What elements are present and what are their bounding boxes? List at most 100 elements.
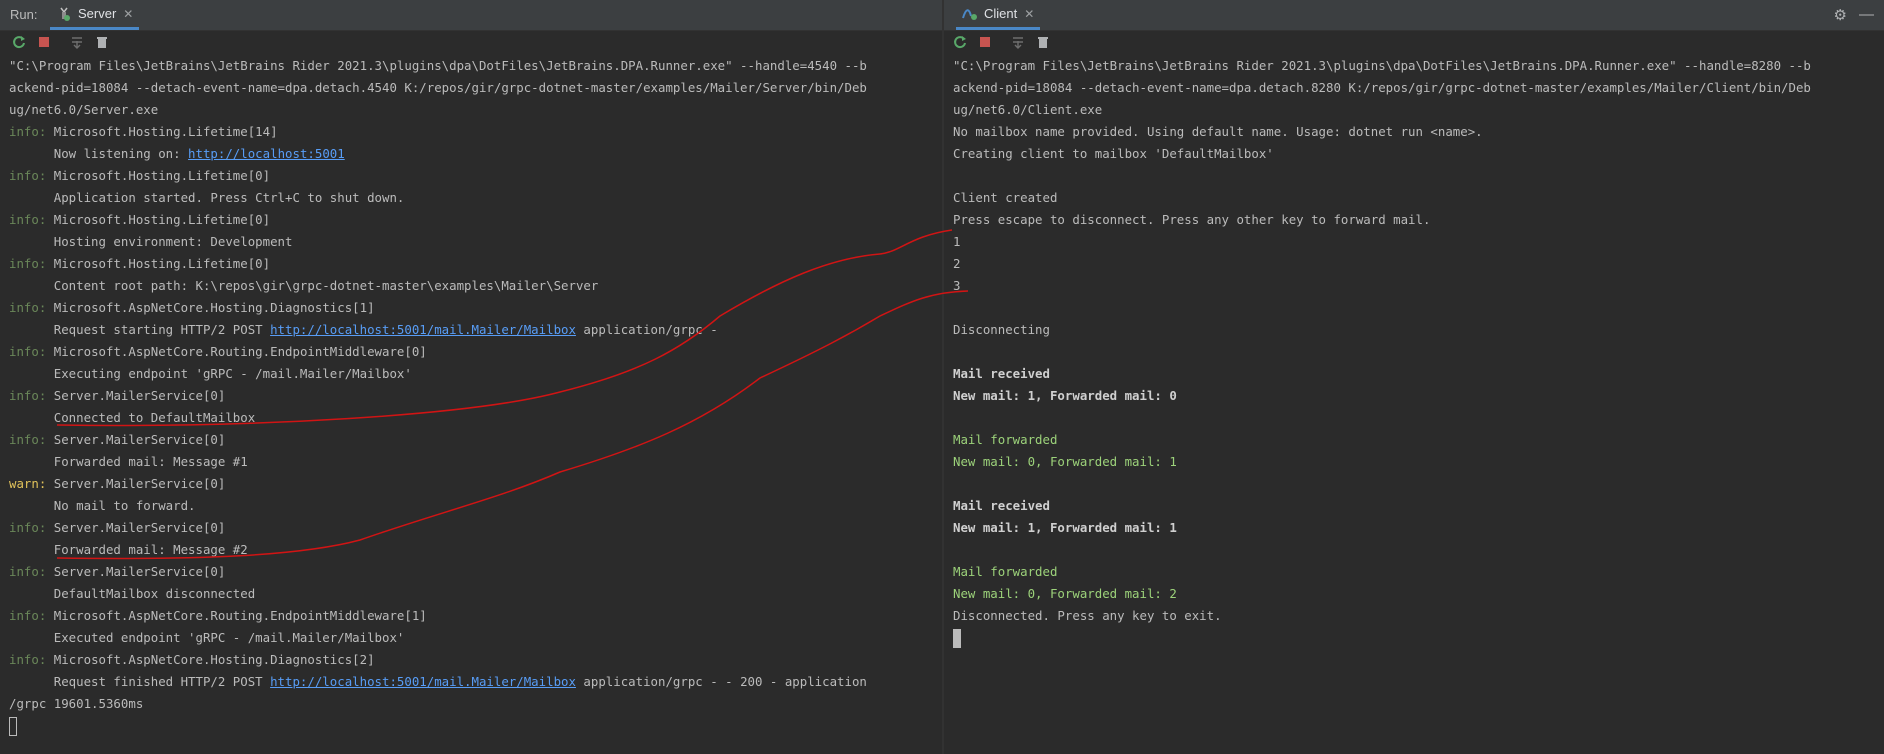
client-tab-bar: Client ✕ ⚙ — — [944, 0, 1884, 31]
log-level: info: — [9, 608, 47, 623]
log-level: warn: — [9, 476, 47, 491]
console-line: info: Microsoft.AspNetCore.Routing.Endpo… — [9, 605, 938, 627]
console-line: No mailbox name provided. Using default … — [953, 121, 1880, 143]
console-line: info: Microsoft.AspNetCore.Hosting.Diagn… — [9, 649, 938, 671]
console-line: "C:\Program Files\JetBrains\JetBrains Ri… — [9, 55, 938, 77]
text-cursor[interactable] — [9, 717, 17, 736]
console-line — [9, 715, 938, 737]
console-line: Hosting environment: Development — [9, 231, 938, 253]
console-line: Executing endpoint 'gRPC - /mail.Mailer/… — [9, 363, 938, 385]
line-text: Mail received — [953, 366, 1050, 381]
rerun-icon[interactable] — [10, 33, 28, 51]
close-icon[interactable]: ✕ — [1024, 7, 1034, 21]
client-console-output[interactable]: "C:\Program Files\JetBrains\JetBrains Ri… — [953, 55, 1880, 649]
line-text: Server.MailerService[0] — [46, 432, 226, 447]
log-level: info: — [9, 344, 47, 359]
line-text: Press escape to disconnect. Press any ot… — [953, 212, 1431, 227]
trash-icon[interactable] — [93, 33, 111, 51]
console-line: Executed endpoint 'gRPC - /mail.Mailer/M… — [9, 627, 938, 649]
console-line: Request starting HTTP/2 POST http://loca… — [9, 319, 938, 341]
log-level: info: — [9, 212, 47, 227]
minimize-icon[interactable]: — — [1859, 6, 1874, 24]
tab-server[interactable]: Server ✕ — [50, 0, 140, 30]
line-text: Now listening on: — [9, 146, 189, 161]
line-text: New mail: 0, Forwarded mail: 2 — [953, 586, 1177, 601]
close-icon[interactable]: ✕ — [123, 7, 133, 21]
line-text: Microsoft.Hosting.Lifetime[14] — [46, 124, 278, 139]
console-line: Now listening on: http://localhost:5001 — [9, 143, 938, 165]
trash-icon[interactable] — [1034, 33, 1052, 51]
line-text: ackend-pid=18084 --detach-event-name=dpa… — [953, 80, 1811, 95]
server-toolbar — [0, 31, 942, 53]
stop-icon[interactable] — [976, 33, 994, 51]
console-line: info: Microsoft.Hosting.Lifetime[14] — [9, 121, 938, 143]
stop-icon[interactable] — [35, 33, 53, 51]
console-line: Press escape to disconnect. Press any ot… — [953, 209, 1880, 231]
text-cursor[interactable] — [953, 629, 961, 648]
log-level: info: — [9, 432, 47, 447]
line-text: Microsoft.AspNetCore.Hosting.Diagnostics… — [46, 300, 375, 315]
line-text: Request finished HTTP/2 POST — [9, 674, 271, 689]
line-text: Content root path: K:\repos\gir\grpc-dot… — [9, 278, 599, 293]
log-level: info: — [9, 520, 47, 535]
line-text: Disconnecting — [953, 322, 1050, 337]
line-text: Request starting HTTP/2 POST — [9, 322, 271, 337]
console-line: info: Server.MailerService[0] — [9, 517, 938, 539]
console-line: Request finished HTTP/2 POST http://loca… — [9, 671, 938, 693]
line-text: Forwarded mail: Message #1 — [9, 454, 248, 469]
line-text: application/grpc - — [575, 322, 718, 337]
console-line: info: Server.MailerService[0] — [9, 385, 938, 407]
console-link[interactable]: http://localhost:5001/mail.Mailer/Mailbo… — [270, 322, 576, 337]
line-text: Forwarded mail: Message #2 — [9, 542, 248, 557]
server-console-output[interactable]: "C:\Program Files\JetBrains\JetBrains Ri… — [9, 55, 938, 737]
line-text: Microsoft.Hosting.Lifetime[0] — [46, 256, 271, 271]
log-level: info: — [9, 256, 47, 271]
line-text: No mail to forward. — [9, 498, 196, 513]
line-text: Mail received — [953, 498, 1050, 513]
line-text: New mail: 1, Forwarded mail: 1 — [953, 520, 1177, 535]
line-text: Microsoft.AspNetCore.Hosting.Diagnostics… — [46, 652, 375, 667]
client-run-icon — [962, 6, 978, 22]
line-text: "C:\Program Files\JetBrains\JetBrains Ri… — [953, 58, 1811, 73]
line-text: ug/net6.0/Client.exe — [953, 102, 1103, 117]
log-level: info: — [9, 388, 47, 403]
line-text: Client created — [953, 190, 1058, 205]
scroll-to-end-icon[interactable] — [68, 33, 86, 51]
line-text: Executing endpoint 'gRPC - /mail.Mailer/… — [9, 366, 412, 381]
log-level: info: — [9, 168, 47, 183]
log-level: info: — [9, 652, 47, 667]
line-text: Microsoft.Hosting.Lifetime[0] — [46, 212, 271, 227]
line-text: "C:\Program Files\JetBrains\JetBrains Ri… — [9, 58, 867, 73]
line-text: Server.MailerService[0] — [46, 520, 226, 535]
gear-icon[interactable]: ⚙ — [1834, 6, 1847, 24]
log-level: info: — [9, 124, 47, 139]
console-link[interactable]: http://localhost:5001/mail.Mailer/Mailbo… — [270, 674, 576, 689]
client-run-pane: Client ✕ ⚙ — "C:\Program Files\JetBrains… — [944, 0, 1884, 754]
line-text: application/grpc - - 200 - application — [575, 674, 867, 689]
console-line: info: Microsoft.Hosting.Lifetime[0] — [9, 209, 938, 231]
console-line — [953, 627, 1880, 649]
console-line: 3 — [953, 275, 1880, 297]
tab-server-label: Server — [78, 6, 117, 21]
console-line: New mail: 0, Forwarded mail: 1 — [953, 451, 1880, 473]
line-text: Mail forwarded — [953, 564, 1058, 579]
line-text: Microsoft.Hosting.Lifetime[0] — [46, 168, 271, 183]
scroll-to-end-icon[interactable] — [1009, 33, 1027, 51]
line-text: ug/net6.0/Server.exe — [9, 102, 159, 117]
console-line: Mail received — [953, 495, 1880, 517]
console-line: Content root path: K:\repos\gir\grpc-dot… — [9, 275, 938, 297]
console-line: ackend-pid=18084 --detach-event-name=dpa… — [953, 77, 1880, 99]
tab-client[interactable]: Client ✕ — [956, 0, 1041, 30]
console-line: Disconnected. Press any key to exit. — [953, 605, 1880, 627]
line-text: Disconnected. Press any key to exit. — [953, 608, 1222, 623]
console-link[interactable]: http://localhost:5001 — [188, 146, 345, 161]
console-line: info: Microsoft.Hosting.Lifetime[0] — [9, 165, 938, 187]
line-text: Application started. Press Ctrl+C to shu… — [9, 190, 405, 205]
rerun-icon[interactable] — [951, 33, 969, 51]
console-line: Client created — [953, 187, 1880, 209]
line-text: Microsoft.AspNetCore.Routing.EndpointMid… — [46, 344, 427, 359]
console-line: ug/net6.0/Client.exe — [953, 99, 1880, 121]
